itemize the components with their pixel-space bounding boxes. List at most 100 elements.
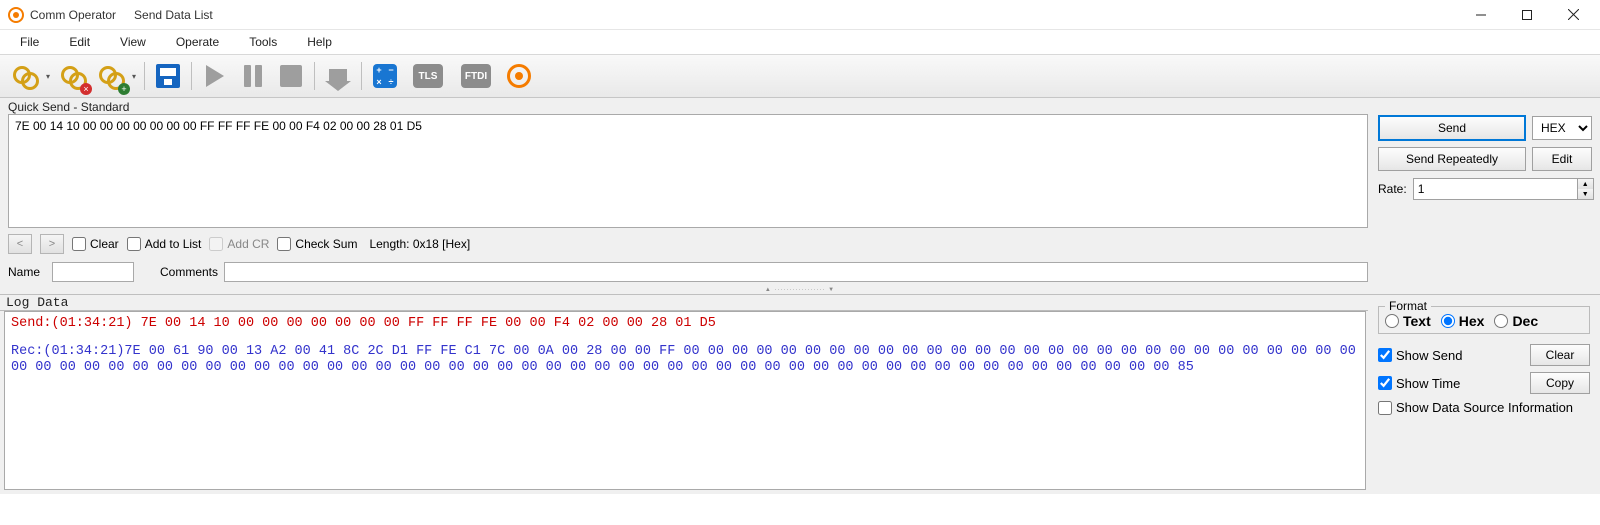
show-send-checkbox[interactable]	[1378, 348, 1392, 362]
show-send-checkbox-wrap[interactable]: Show Send	[1378, 348, 1463, 363]
format-text-radio[interactable]	[1385, 314, 1399, 328]
toolbar-ftdi[interactable]: FTDI	[454, 59, 498, 93]
x-badge-icon: ×	[80, 83, 92, 95]
quick-send-right: Send HEX Send Repeatedly Edit Rate: ▲ ▼ …	[1378, 114, 1592, 282]
format-group: Format Text Hex Dec	[1378, 299, 1590, 334]
check-sum-checkbox[interactable]	[277, 237, 291, 251]
toolbar-save[interactable]	[151, 59, 185, 93]
toolbar-disconnect[interactable]: ×	[56, 59, 90, 93]
show-send-label: Show Send	[1396, 348, 1463, 363]
plus-badge-icon: +	[118, 83, 130, 95]
log-data-left: Log Data Send:(01:34:21) 7E 00 14 10 00 …	[0, 295, 1368, 494]
toolbar-separator	[361, 62, 362, 90]
log-clear-button[interactable]: Clear	[1530, 344, 1590, 366]
toolbar-stop[interactable]	[274, 59, 308, 93]
calculator-icon: +−×÷	[373, 64, 397, 88]
rate-input[interactable]	[1414, 179, 1577, 199]
rate-spinner[interactable]: ▲ ▼	[1413, 178, 1594, 200]
clear-checkbox-wrap[interactable]: Clear	[72, 237, 119, 251]
format-dec-radio[interactable]	[1494, 314, 1508, 328]
menu-file[interactable]: File	[8, 33, 51, 51]
add-to-list-checkbox-label: Add to List	[145, 237, 202, 251]
maximize-button[interactable]	[1504, 0, 1550, 29]
close-button[interactable]	[1550, 0, 1596, 29]
add-to-list-checkbox[interactable]	[127, 237, 141, 251]
send-repeatedly-button[interactable]: Send Repeatedly	[1378, 147, 1526, 171]
show-source-label: Show Data Source Information	[1396, 400, 1573, 415]
toolbar-connect[interactable]	[8, 59, 42, 93]
log-copy-button[interactable]: Copy	[1530, 372, 1590, 394]
quick-send-left: < > Clear Add to List Add CR Check Sum L…	[8, 114, 1368, 282]
quick-send-name-row: Name Comments	[8, 262, 1368, 282]
clear-checkbox-label: Clear	[90, 237, 119, 251]
toolbar-calculator[interactable]: +−×÷	[368, 59, 402, 93]
check-sum-checkbox-wrap[interactable]: Check Sum	[277, 237, 357, 251]
clear-checkbox[interactable]	[72, 237, 86, 251]
quick-send-data-input[interactable]	[8, 114, 1368, 228]
chain-link-icon	[13, 64, 37, 88]
prev-button[interactable]: <	[8, 234, 32, 254]
edit-button[interactable]: Edit	[1532, 147, 1592, 171]
window-buttons	[1458, 0, 1596, 29]
quick-send-options-row: < > Clear Add to List Add CR Check Sum L…	[8, 234, 1368, 254]
log-data-label: Log Data	[0, 295, 1368, 311]
toolbar-download[interactable]	[321, 59, 355, 93]
minimize-button[interactable]	[1458, 0, 1504, 29]
add-cr-checkbox-wrap: Add CR	[209, 237, 269, 251]
log-data-panel: Log Data Send:(01:34:21) 7E 00 14 10 00 …	[0, 294, 1600, 494]
format-legend: Format	[1385, 299, 1431, 313]
add-to-list-checkbox-wrap[interactable]: Add to List	[127, 237, 202, 251]
format-text-label: Text	[1403, 313, 1431, 329]
format-hex-radio[interactable]	[1441, 314, 1455, 328]
menu-edit[interactable]: Edit	[57, 33, 102, 51]
send-button[interactable]: Send	[1378, 115, 1526, 141]
add-cr-checkbox-label: Add CR	[227, 237, 269, 251]
minimize-icon	[1476, 10, 1486, 20]
log-line-rec: Rec:(01:34:21)7E 00 61 90 00 13 A2 00 41…	[11, 344, 1359, 376]
ftdi-icon: FTDI	[461, 64, 491, 88]
menu-help[interactable]: Help	[295, 33, 344, 51]
panel-splitter[interactable]	[0, 286, 1600, 294]
format-dec-radio-wrap[interactable]: Dec	[1494, 313, 1538, 329]
show-time-label: Show Time	[1396, 376, 1460, 391]
toolbar-tls[interactable]: TLS	[406, 59, 450, 93]
toolbar-separator	[191, 62, 192, 90]
download-icon	[329, 69, 347, 83]
data-format-select[interactable]: HEX	[1532, 116, 1592, 140]
app-title: Comm Operator	[30, 8, 116, 22]
toolbar-connect-dropdown[interactable]: ▾	[44, 59, 52, 93]
toolbar-separator	[314, 62, 315, 90]
rate-spin-down[interactable]: ▼	[1578, 189, 1593, 199]
quick-send-label: Quick Send - Standard	[0, 98, 1600, 114]
comments-input[interactable]	[224, 262, 1368, 282]
toolbar-add-connection-dropdown[interactable]: ▾	[130, 59, 138, 93]
rate-spin-up[interactable]: ▲	[1578, 179, 1593, 189]
menu-tools[interactable]: Tools	[237, 33, 289, 51]
toolbar-pause[interactable]	[236, 59, 270, 93]
save-icon	[156, 64, 180, 88]
next-button[interactable]: >	[40, 234, 64, 254]
name-input[interactable]	[52, 262, 134, 282]
tls-icon: TLS	[413, 64, 443, 88]
toolbar-target[interactable]	[502, 59, 536, 93]
log-data-right: Format Text Hex Dec Show Send	[1368, 295, 1600, 494]
stop-icon	[280, 65, 302, 87]
titlebar: Comm Operator Send Data List	[0, 0, 1600, 30]
format-hex-radio-wrap[interactable]: Hex	[1441, 313, 1485, 329]
toolbar-play[interactable]	[198, 59, 232, 93]
format-text-radio-wrap[interactable]: Text	[1385, 313, 1431, 329]
play-icon	[206, 65, 224, 87]
add-cr-checkbox	[209, 237, 223, 251]
log-output[interactable]: Send:(01:34:21) 7E 00 14 10 00 00 00 00 …	[4, 311, 1366, 490]
show-time-checkbox-wrap[interactable]: Show Time	[1378, 376, 1460, 391]
toolbar: ▾ × + ▾ +−×÷ TLS FTDI	[0, 54, 1600, 98]
rate-label: Rate:	[1378, 182, 1407, 196]
name-field-label: Name	[8, 265, 46, 279]
show-time-checkbox[interactable]	[1378, 376, 1392, 390]
menu-view[interactable]: View	[108, 33, 158, 51]
comments-field-label: Comments	[160, 265, 218, 279]
menu-operate[interactable]: Operate	[164, 33, 231, 51]
toolbar-add-connection[interactable]: +	[94, 59, 128, 93]
show-source-checkbox[interactable]	[1378, 401, 1392, 415]
show-source-checkbox-wrap[interactable]: Show Data Source Information	[1378, 400, 1573, 415]
